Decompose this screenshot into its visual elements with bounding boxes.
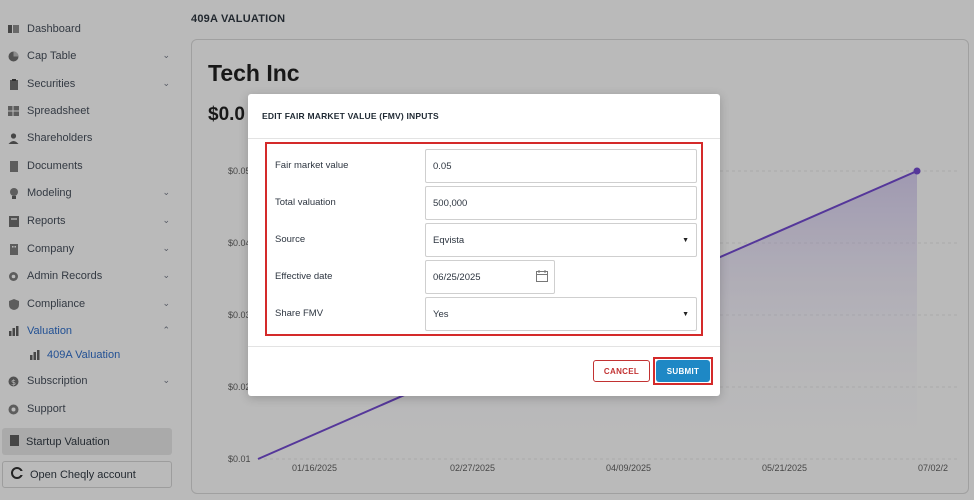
- total-valuation-label: Total valuation: [275, 197, 336, 208]
- fmv-row: Fair market value 0.05: [267, 149, 701, 184]
- share-fmv-select[interactable]: Yes ▼: [425, 297, 697, 331]
- divider: [248, 138, 720, 139]
- source-value: Eqvista: [433, 234, 465, 246]
- effective-date-label: Effective date: [275, 271, 333, 282]
- share-fmv-row: Share FMV Yes ▼: [267, 297, 701, 332]
- total-valuation-input[interactable]: 500,000: [425, 186, 697, 220]
- submit-button[interactable]: SUBMIT: [656, 360, 710, 382]
- cancel-button[interactable]: CANCEL: [593, 360, 650, 382]
- effective-date-input[interactable]: 06/25/2025: [425, 260, 555, 294]
- fmv-value: 0.05: [433, 160, 452, 172]
- caret-down-icon: ▼: [682, 237, 689, 244]
- fmv-label: Fair market value: [275, 160, 349, 171]
- source-select[interactable]: Eqvista ▼: [425, 223, 697, 257]
- fmv-input[interactable]: 0.05: [425, 149, 697, 183]
- share-fmv-value: Yes: [433, 308, 449, 320]
- total-valuation-value: 500,000: [433, 197, 468, 209]
- calendar-icon[interactable]: [536, 270, 548, 285]
- total-valuation-row: Total valuation 500,000: [267, 186, 701, 221]
- form-highlight-box: Fair market value 0.05 Total valuation 5…: [265, 142, 703, 336]
- modal-title: EDIT FAIR MARKET VALUE (FMV) INPUTS: [262, 111, 439, 121]
- effective-date-row: Effective date 06/25/2025: [267, 260, 701, 295]
- source-label: Source: [275, 234, 306, 245]
- edit-fmv-modal: EDIT FAIR MARKET VALUE (FMV) INPUTS Fair…: [248, 94, 720, 396]
- caret-down-icon: ▼: [682, 311, 689, 318]
- source-row: Source Eqvista ▼: [267, 223, 701, 258]
- effective-date-value: 06/25/2025: [433, 271, 481, 283]
- share-fmv-label: Share FMV: [275, 308, 324, 319]
- divider: [248, 346, 720, 347]
